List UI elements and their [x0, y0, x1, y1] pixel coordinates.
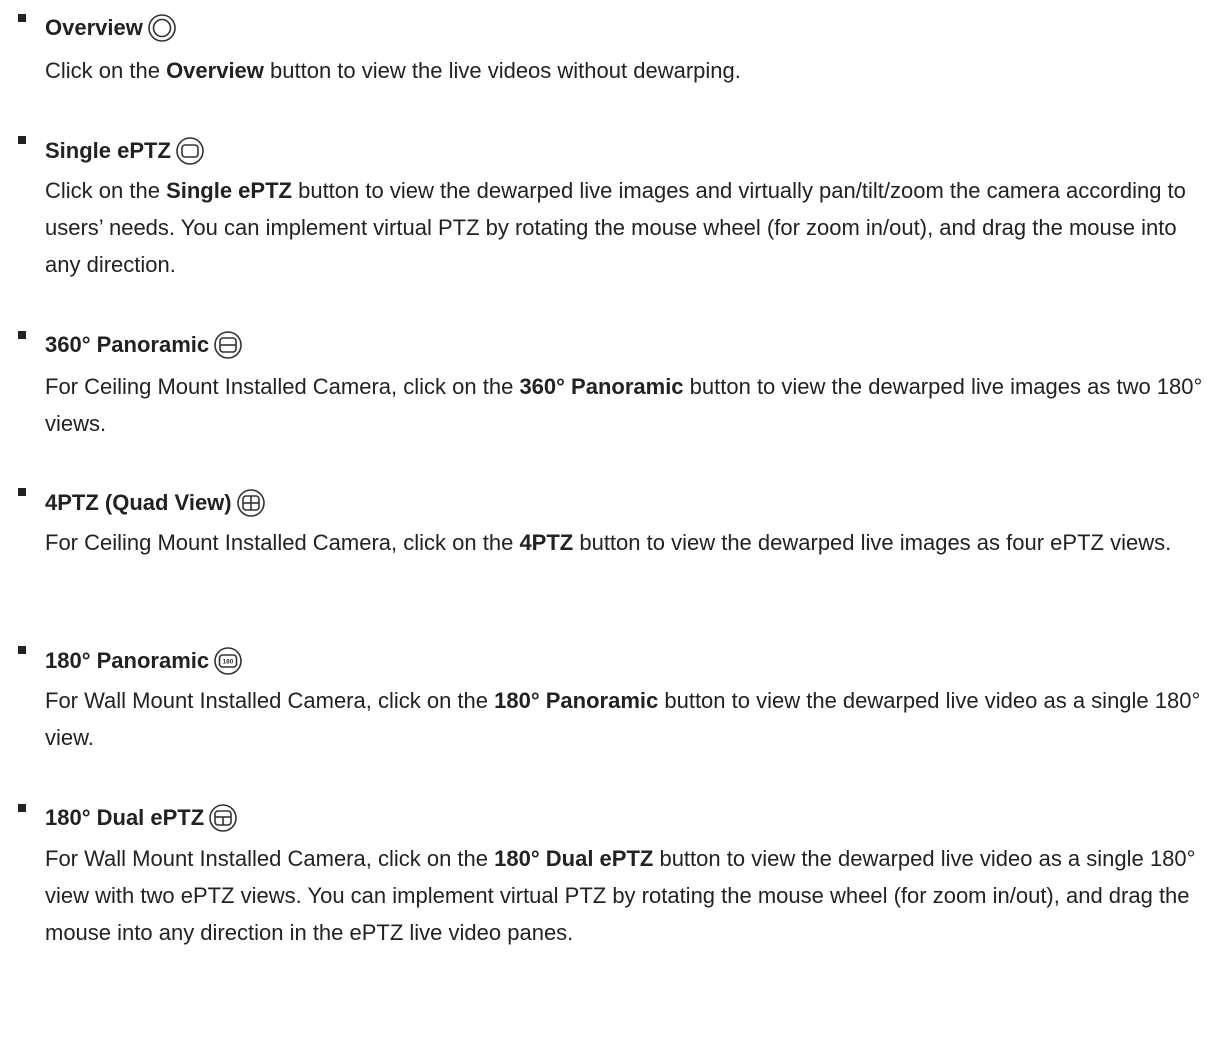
item-title: Single ePTZ	[45, 138, 171, 163]
bullet-square	[18, 14, 26, 22]
item-heading: Single ePTZ	[45, 134, 205, 168]
dual-eptz-180-icon	[208, 803, 238, 833]
item-heading: 4PTZ (Quad View)	[45, 486, 266, 520]
bullet-square	[18, 331, 26, 339]
bullet-square	[18, 488, 26, 496]
item-description: Click on the Overview button to view the…	[45, 58, 741, 83]
item-title: 180° Panoramic	[45, 648, 210, 673]
bullet-square	[18, 804, 26, 812]
panoramic-360-split-icon	[213, 330, 243, 360]
item-description: For Ceiling Mount Installed Camera, clic…	[45, 530, 1172, 555]
overview-ring-icon	[147, 13, 177, 43]
item-description: For Wall Mount Installed Camera, click o…	[45, 688, 1201, 750]
quad-view-grid-icon	[236, 488, 266, 518]
item-title: 180° Dual ePTZ	[45, 805, 205, 830]
item-description: For Wall Mount Installed Camera, click o…	[45, 846, 1196, 945]
bullet-square	[18, 646, 26, 654]
item-description: For Ceiling Mount Installed Camera, clic…	[45, 374, 1203, 436]
item-heading: 360° Panoramic	[45, 328, 243, 362]
item-description: Click on the Single ePTZ button to view …	[45, 178, 1186, 277]
item-title: Overview	[45, 15, 143, 40]
single-eptz-screen-icon	[175, 136, 205, 166]
item-title: 360° Panoramic	[45, 332, 210, 357]
bullet-square	[18, 136, 26, 144]
panoramic-180-icon: 180	[213, 646, 243, 676]
document-page: Overview Click on the Overview button to…	[0, 0, 1212, 1048]
item-heading: 180° Panoramic 180	[45, 644, 243, 678]
svg-text:180: 180	[223, 659, 234, 666]
item-heading: Overview	[45, 11, 177, 45]
item-heading: 180° Dual ePTZ	[45, 801, 238, 835]
item-title: 4PTZ (Quad View)	[45, 490, 232, 515]
